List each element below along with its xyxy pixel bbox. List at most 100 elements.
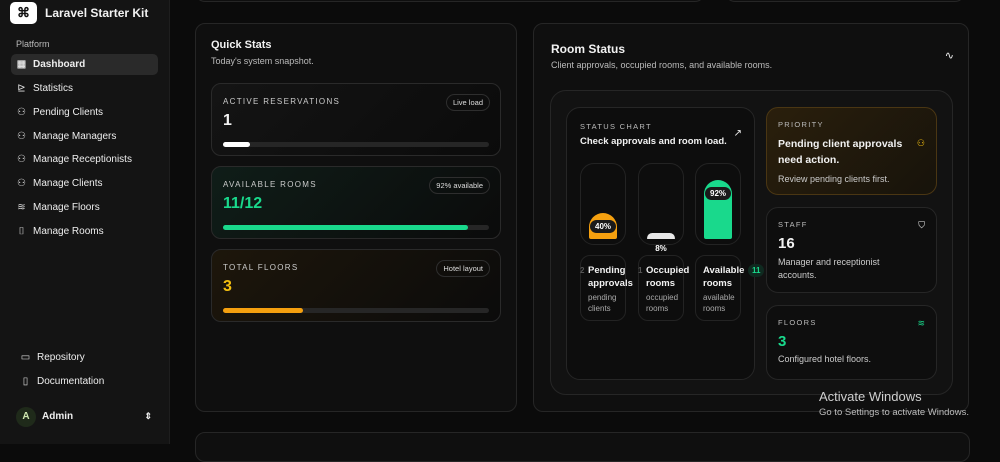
user-menu[interactable]: A Admin ⇕ — [11, 406, 158, 427]
chart-icon: ⊵ — [17, 83, 26, 94]
stat-value: 11/12 — [223, 195, 263, 212]
progress-fill — [223, 308, 303, 313]
bar-legend-card: Occupied rooms occupied rooms — [638, 255, 690, 321]
bottom-card — [195, 432, 970, 462]
progress-track — [223, 142, 489, 147]
staff-kicker: STAFF — [778, 220, 808, 229]
trending-up-icon: ↗ — [733, 128, 742, 139]
bar-column: 40% — [580, 163, 626, 245]
room-status-title: Room Status — [551, 42, 626, 56]
nav-label: Manage Receptionists — [33, 154, 132, 165]
sidebar-item-manage-floors[interactable]: ≋ Manage Floors — [11, 197, 158, 218]
stat-badge: Hotel layout — [436, 260, 490, 277]
progress-fill — [223, 142, 250, 147]
sidebar-link-repository[interactable]: ▭ Repository — [15, 347, 162, 368]
users-icon: ⚇ — [17, 107, 26, 118]
users-icon: ⚇ — [916, 138, 925, 148]
bar-sub: occupied rooms — [646, 293, 679, 313]
folder-git-icon: ▭ — [20, 352, 31, 363]
priority-kicker: PRIORITY — [778, 120, 824, 129]
stat-badge: 92% available — [429, 177, 490, 194]
windows-watermark-sub: Go to Settings to activate Windows. — [819, 407, 969, 418]
staff-value: 16 — [778, 235, 795, 252]
nav-label: Statistics — [33, 83, 74, 94]
bar-column: 92% — [695, 163, 741, 245]
bar-title: Occupied rooms — [646, 265, 690, 289]
users-icon: ⚇ — [17, 178, 26, 189]
nav-label: Manage Clients — [33, 178, 103, 189]
floors-desc: Configured hotel floors. — [778, 354, 872, 364]
sidebar: ⌘ Laravel Starter Kit Platform ▦ Dashboar… — [0, 0, 170, 444]
sidebar-item-manage-clients[interactable]: ⚇ Manage Clients — [11, 173, 158, 194]
room-status-subtitle: Client approvals, occupied rooms, and av… — [551, 60, 773, 70]
layers-icon: ≋ — [917, 318, 925, 328]
nav-label: Manage Floors — [33, 202, 100, 213]
layers-icon: ≋ — [17, 202, 26, 213]
nav-label: Repository — [37, 352, 85, 363]
stat-value: 1 — [223, 112, 232, 129]
users-icon: ⚇ — [17, 154, 26, 165]
floors-kicker: FLOORS — [778, 318, 817, 327]
top-card-right — [725, 0, 965, 2]
floors-value: 3 — [778, 333, 787, 350]
sidebar-item-statistics[interactable]: ⊵ Statistics — [11, 78, 158, 99]
nav-label: Pending Clients — [33, 107, 104, 118]
nav-group-label: Platform — [16, 39, 50, 49]
chart-title: Check approvals and room load. — [580, 136, 727, 147]
bar-fill — [647, 233, 675, 239]
windows-watermark-title: Activate Windows — [819, 389, 922, 404]
sidebar-item-pending-clients[interactable]: ⚇ Pending Clients — [11, 102, 158, 123]
app-title[interactable]: Laravel Starter Kit — [45, 6, 148, 20]
sidebar-item-manage-receptionists[interactable]: ⚇ Manage Receptionists — [11, 149, 158, 170]
bar-column: 8% — [638, 163, 684, 253]
stat-card-active-reservations: ACTIVE RESERVATIONS 1 Live load — [211, 83, 501, 156]
grid-icon: ▦ — [16, 59, 27, 70]
sidebar-item-dashboard[interactable]: ▦ Dashboard — [11, 54, 158, 75]
progress-fill — [223, 225, 468, 230]
activity-icon[interactable]: ∿ — [945, 49, 954, 62]
stat-label: AVAILABLE ROOMS — [223, 180, 317, 189]
floors-card: FLOORS 3 Configured hotel floors. ≋ — [766, 305, 937, 380]
shield-check-icon: ⛉ — [918, 220, 925, 230]
bar-sub: available rooms — [703, 293, 735, 313]
nav-label: Dashboard — [33, 59, 86, 70]
book-icon: ▯ — [22, 376, 29, 387]
quick-stats-title: Quick Stats — [211, 39, 272, 51]
stat-badge: Live load — [445, 94, 490, 111]
stat-label: TOTAL FLOORS — [223, 263, 299, 272]
staff-desc: Manager and receptionist accounts. — [778, 257, 880, 280]
stat-label: ACTIVE RESERVATIONS — [223, 97, 341, 106]
avatar: A — [16, 406, 36, 427]
chevrons-up-down-icon: ⇕ — [144, 411, 152, 421]
bar-sub: pending clients — [588, 293, 617, 313]
priority-title: Pending client approvals need action. — [778, 138, 903, 166]
user-name: Admin — [42, 411, 74, 422]
nav-label: Manage Rooms — [33, 226, 104, 237]
bar-legend-card: Pending approvals pending clients — [580, 255, 633, 321]
staff-card: STAFF 16 Manager and receptionist accoun… — [766, 207, 937, 293]
stat-card-available-rooms: AVAILABLE ROOMS 11/12 92% available — [211, 166, 501, 239]
bar-title: Pending approvals — [588, 265, 633, 289]
sidebar-link-documentation[interactable]: ▯ Documentation — [15, 371, 162, 392]
bar-legend-card: Available rooms available rooms — [695, 255, 745, 321]
bar-title: Available rooms — [703, 265, 745, 289]
nav-label: Manage Managers — [33, 131, 117, 142]
sidebar-item-manage-rooms[interactable]: ⌷ Manage Rooms — [11, 221, 158, 242]
app-logo[interactable]: ⌘ — [10, 2, 37, 24]
chart-kicker: STATUS CHART — [580, 122, 652, 131]
quick-stats-subtitle: Today's system snapshot. — [211, 56, 314, 66]
priority-desc: Review pending clients first. — [778, 174, 890, 184]
nav-label: Documentation — [37, 376, 105, 387]
top-card-left — [195, 0, 705, 2]
progress-track — [223, 308, 489, 313]
bar-count-badge: 11 — [748, 264, 765, 277]
bar-percent-label: 40% — [589, 220, 617, 234]
bar-percent-label: 8% — [655, 244, 667, 253]
door-icon: ⌷ — [18, 226, 25, 237]
user-cog-icon: ⚇ — [17, 131, 26, 142]
stat-card-total-floors: TOTAL FLOORS 3 Hotel layout — [211, 249, 501, 322]
progress-track — [223, 225, 489, 230]
priority-card[interactable]: PRIORITY Pending client approvals need a… — [766, 107, 937, 195]
bar-percent-label: 92% — [704, 187, 732, 201]
sidebar-item-manage-managers[interactable]: ⚇ Manage Managers — [11, 126, 158, 147]
